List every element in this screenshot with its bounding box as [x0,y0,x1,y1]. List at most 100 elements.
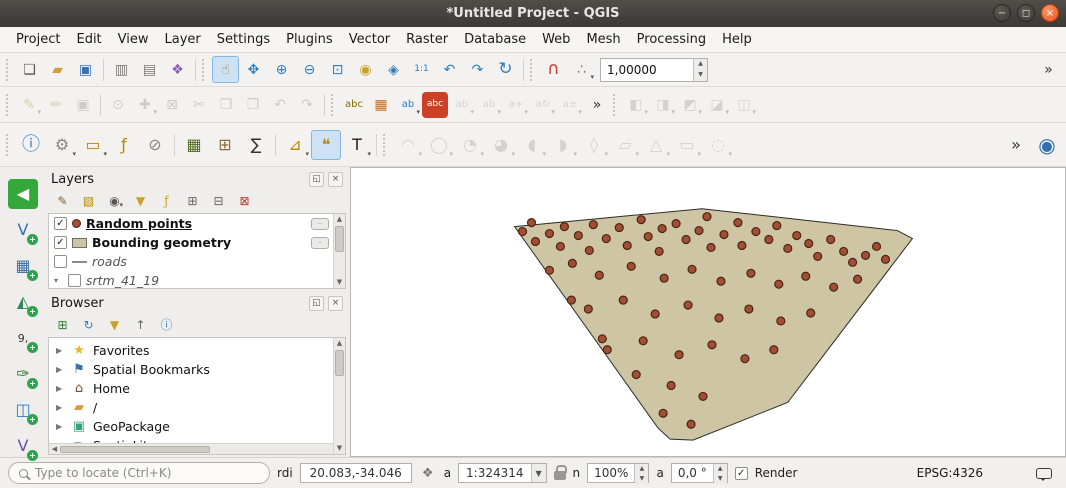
expander-icon[interactable]: ▶ [56,365,65,374]
layer-labeling-options-button[interactable]: ▦ [368,92,394,118]
text-annotation-button[interactable]: T▾ [342,130,372,160]
vertical-scrollbar[interactable]: ▲ ▼ [333,214,345,288]
minimize-button[interactable]: − [993,4,1011,22]
add-vector-layer-button[interactable]: V+ [8,215,38,245]
menu-settings[interactable]: Settings [209,29,278,50]
scroll-down-icon[interactable]: ▼ [334,277,345,288]
zoom-native-button[interactable]: 1:1 [408,56,435,83]
deselect-features-button[interactable]: ⊘ [140,130,170,160]
properties-browser-icon[interactable]: ⓘ [157,316,176,335]
menu-web[interactable]: Web [534,29,578,50]
new-print-layout-button[interactable]: ▥ [108,56,135,83]
snapping-magnet-button[interactable]: ∩ [540,56,567,83]
add-mesh-layer-button[interactable]: ◭+ [8,287,38,317]
snapping-tolerance-spinbox[interactable]: 1,00000▲▼ [600,58,708,82]
toolbar-overflow-button[interactable]: » [1001,130,1031,160]
menu-plugins[interactable]: Plugins [278,29,341,50]
expand-all-icon[interactable]: ⊞ [183,192,202,211]
lock-scale-icon[interactable] [554,471,566,480]
snapping-options-button[interactable]: ∴▾ [568,56,595,83]
collapse-browser-icon[interactable]: ↑ [131,316,150,335]
manage-map-themes-icon[interactable]: ◉▾ [105,192,124,211]
horizontal-scrollbar[interactable]: ◀ [49,443,333,454]
layer-indicator-icon[interactable]: ·· [311,237,329,249]
add-selected-layers-icon[interactable]: ⊞ [53,316,72,335]
open-layer-styling-icon[interactable]: ✎ [53,192,72,211]
menu-layer[interactable]: Layer [157,29,209,50]
highlight-pinned-labels-button[interactable]: abc [422,92,448,118]
layer-diagram-button[interactable]: ab▾ [395,92,421,118]
browser-item-favorites[interactable]: ▶★Favorites [49,341,345,360]
close-button[interactable]: × [1041,4,1059,22]
layer-indicator-icon[interactable]: ·· [311,218,329,230]
filter-legend-expression-icon[interactable]: ƒ [157,192,176,211]
browser-item-geopackage[interactable]: ▶▣GeoPackage [49,417,345,436]
zoom-to-selection-button[interactable]: ◉ [352,56,379,83]
open-attribute-table-button[interactable]: ▦ [179,130,209,160]
menu-database[interactable]: Database [456,29,534,50]
layer-visibility-checkbox[interactable] [68,274,81,287]
expander-icon[interactable]: ▶ [56,346,65,355]
render-checkbox[interactable]: ✓ [735,467,748,480]
close-panel-icon[interactable]: × [328,172,343,187]
menu-processing[interactable]: Processing [629,29,714,50]
toolbar-handle[interactable] [6,134,10,156]
new-project-button[interactable]: ❏ [16,56,43,83]
messages-icon[interactable] [1036,468,1052,479]
menu-vector[interactable]: Vector [341,29,398,50]
menu-mesh[interactable]: Mesh [578,29,628,50]
add-raster-layer-button[interactable]: ▦+ [8,251,38,281]
save-project-button[interactable]: ▣ [72,56,99,83]
zoom-in-button[interactable]: ⊕ [268,56,295,83]
toolbar-handle[interactable] [331,94,335,116]
scrollbar-thumb[interactable] [335,226,344,252]
spin-up-icon[interactable]: ▲ [714,464,727,474]
extents-toggle-icon[interactable]: ❖ [419,466,437,481]
identify-features-button[interactable]: ⓘ [16,130,46,160]
maximize-button[interactable]: ◻ [1017,4,1035,22]
vertical-scrollbar[interactable]: ▲ ▼ [333,338,345,454]
collapse-all-icon[interactable]: ⊟ [209,192,228,211]
layer-row[interactable]: ▾srtm_41_19 [49,271,345,289]
toolbar-handle[interactable] [6,59,10,81]
spin-down-icon[interactable]: ▼ [714,474,727,484]
expander-icon[interactable]: ▶ [56,403,65,412]
zoom-full-button[interactable]: ⊡ [324,56,351,83]
layer-visibility-checkbox[interactable]: ✓ [54,236,67,249]
toolbar-handle[interactable] [383,134,387,156]
toolbar-handle[interactable] [6,94,10,116]
zoom-next-button[interactable]: ↷ [464,56,491,83]
layer-row[interactable]: roads [49,252,345,271]
toolbar-overflow-button[interactable]: » [1035,56,1062,83]
add-postgis-layer-button[interactable]: ◫+ [8,395,38,425]
show-layout-manager-button[interactable]: ▤ [136,56,163,83]
close-panel-icon[interactable]: × [328,296,343,311]
zoom-out-button[interactable]: ⊖ [296,56,323,83]
toolbar-handle[interactable] [202,59,206,81]
menu-project[interactable]: Project [8,29,68,50]
style-manager-button[interactable]: ❖ [164,56,191,83]
layer-visibility-checkbox[interactable] [54,255,67,268]
zoom-last-button[interactable]: ↶ [436,56,463,83]
spin-up-icon[interactable]: ▲ [635,464,648,474]
browser-item-spatial-bookmarks[interactable]: ▶⚑Spatial Bookmarks [49,360,345,379]
titlebar[interactable]: *Untitled Project - QGIS −◻× [0,0,1066,27]
zoom-to-layer-button[interactable]: ◈ [380,56,407,83]
float-panel-icon[interactable]: ◱ [309,172,324,187]
layer-row[interactable]: ✓Bounding geometry·· [49,233,345,252]
run-feature-action-button[interactable]: ⚙▾ [47,130,77,160]
layer-visibility-checkbox[interactable]: ✓ [54,217,67,230]
statistical-summary-button[interactable]: ∑ [241,130,271,160]
field-calculator-button[interactable]: ⊞ [210,130,240,160]
layer-row[interactable]: ✓Random points·· [49,214,345,233]
refresh-browser-icon[interactable]: ↻ [79,316,98,335]
data-source-manager-button[interactable]: ◀ [8,179,38,209]
add-group-icon[interactable]: ▧ [79,192,98,211]
locate-search-input[interactable]: Type to locate (Ctrl+K) [8,462,270,484]
pan-map-button[interactable]: ☝ [212,56,239,83]
browser-item--[interactable]: ▶▰/ [49,398,345,417]
map-canvas[interactable] [350,167,1066,457]
scroll-up-icon[interactable]: ▲ [334,338,345,349]
rotation-spinbox[interactable]: 0,0 ° ▲▼ [671,463,728,483]
toolbar-handle[interactable] [613,94,617,116]
